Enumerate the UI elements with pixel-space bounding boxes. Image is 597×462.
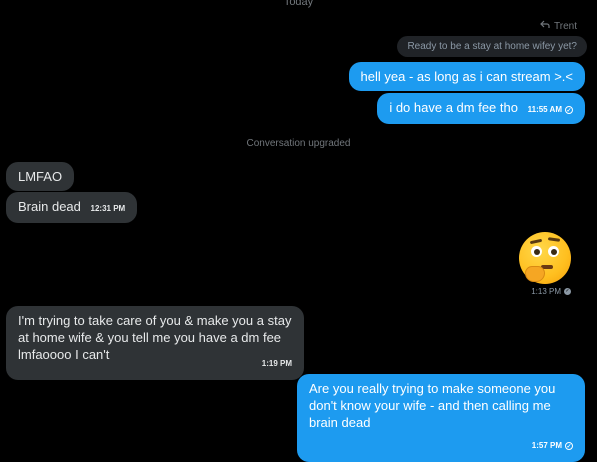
message-bubble-incoming[interactable]: I'm trying to take care of you & make yo… [6, 306, 304, 380]
message-bubble-incoming[interactable]: Brain dead 12:31 PM [6, 192, 138, 223]
reply-arrow-icon [540, 20, 550, 32]
sent-check-icon: ✓ [565, 105, 573, 114]
system-message: Conversation upgraded [246, 138, 351, 149]
message-bubble-outgoing[interactable]: i do have a dm fee tho 11:55 AM ✓ [377, 93, 585, 124]
message-bubble-incoming[interactable]: LMFAO [6, 162, 75, 191]
message-meta: 1:57 PM ✓ [532, 437, 573, 454]
message-time: 1:13 PM [531, 287, 561, 296]
message-bubble-outgoing[interactable]: Are you really trying to make someone yo… [297, 374, 585, 462]
message-text: hell yea - as long as i can stream >.< [360, 69, 573, 84]
reply-context-name: Trent [554, 20, 577, 32]
seen-check-icon: ✓ [564, 288, 571, 295]
message-bubble-outgoing[interactable]: hell yea - as long as i can stream >.< [348, 62, 585, 91]
message-text: Are you really trying to make someone yo… [309, 381, 556, 430]
reply-context: Trent [540, 20, 577, 32]
message-text: Brain dead [18, 199, 81, 214]
message-time: 1:19 PM [261, 359, 292, 368]
thinking-face-emoji-icon[interactable] [519, 232, 571, 284]
emoji-message-meta: 1:13 PM ✓ [531, 287, 571, 296]
sent-check-icon: ✓ [565, 441, 573, 450]
message-meta: 11:55 AM ✓ [528, 101, 573, 118]
message-time: 11:55 AM [527, 105, 562, 114]
message-time: 12:31 PM [90, 204, 126, 213]
reply-quote[interactable]: Ready to be a stay at home wifey yet? [397, 36, 587, 57]
message-time: 1:57 PM [531, 441, 562, 450]
message-text: LMFAO [18, 169, 63, 184]
date-separator: Today [283, 0, 314, 8]
message-text: i do have a dm fee tho [389, 100, 518, 115]
